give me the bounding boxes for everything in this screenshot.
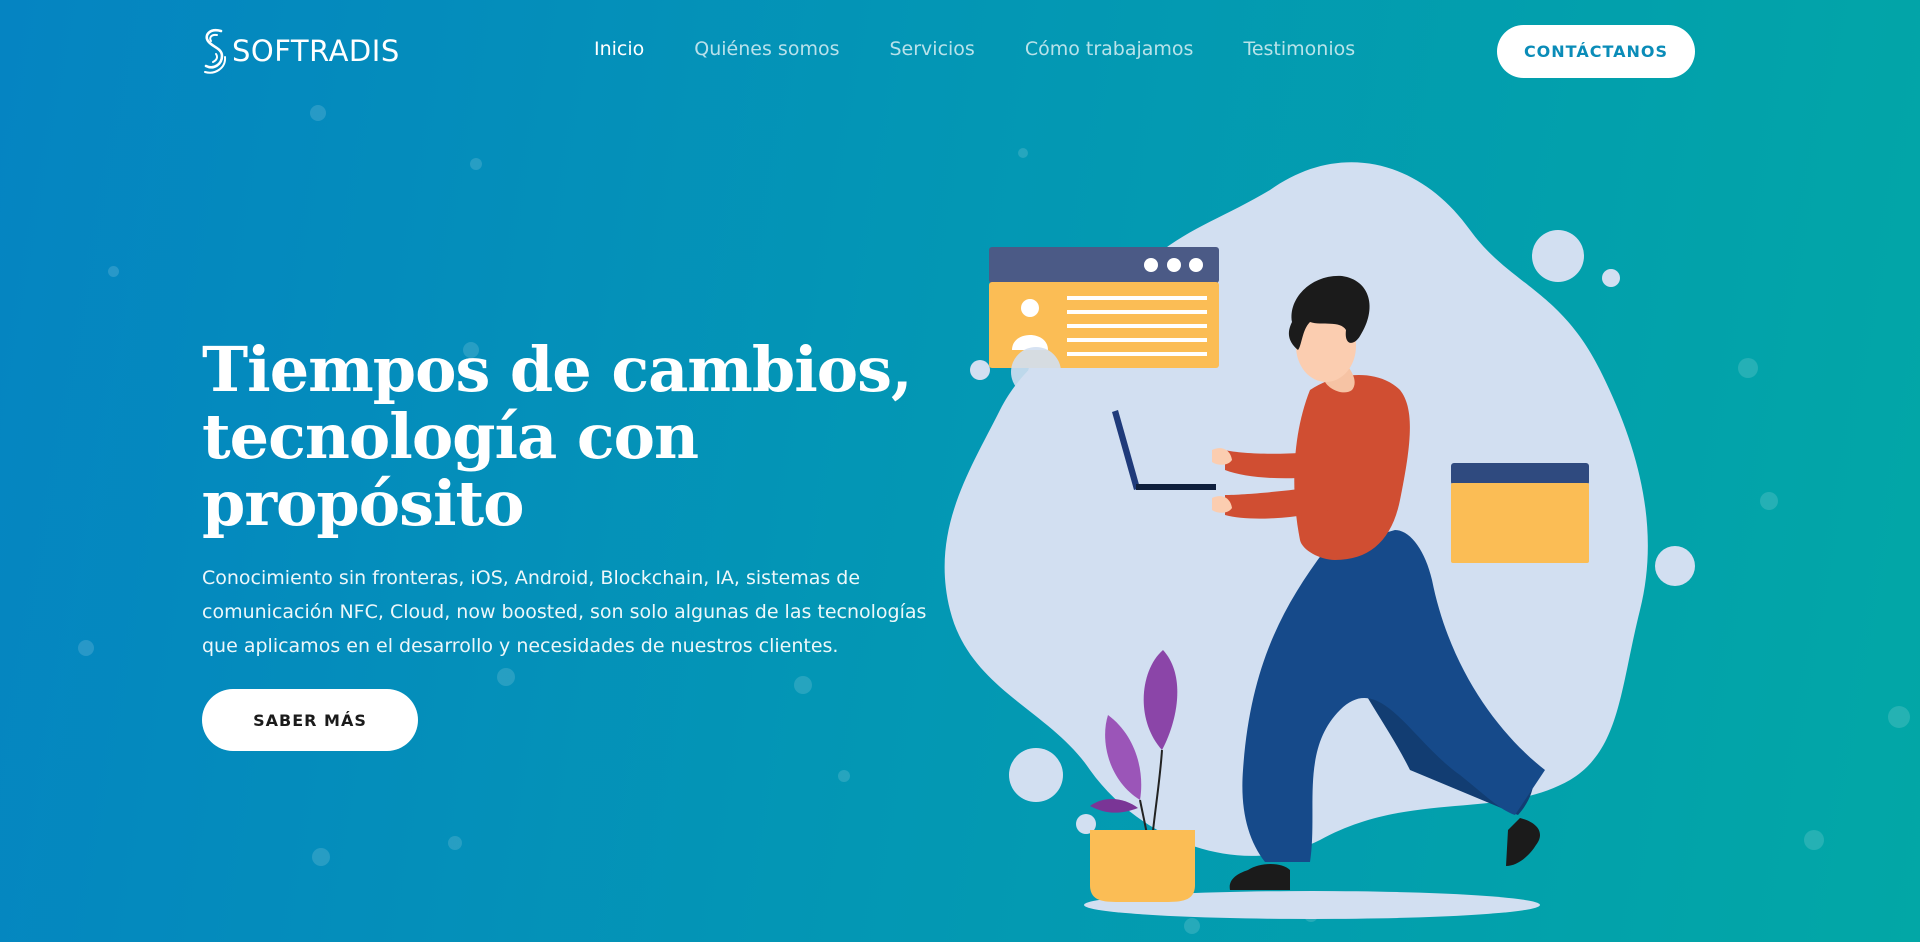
nav-item-testimonios[interactable]: Testimonios — [1243, 38, 1355, 60]
background-dot — [1738, 358, 1758, 378]
floating-bubble — [1602, 269, 1620, 287]
nav-item-como-trabajamos[interactable]: Cómo trabajamos — [1025, 38, 1194, 60]
floating-bubble — [1009, 748, 1063, 802]
nav-item-inicio[interactable]: Inicio — [594, 38, 644, 60]
profile-card-graphic — [989, 247, 1219, 368]
floating-bubble — [970, 360, 990, 380]
nav-item-quienes-somos[interactable]: Quiénes somos — [694, 38, 839, 60]
main-nav: Inicio Quiénes somos Servicios Cómo trab… — [594, 38, 1405, 60]
saber-mas-button[interactable]: SABER MÁS — [202, 689, 418, 751]
s-wave-logo-icon — [204, 29, 227, 74]
brand-name: SOFTRADIS — [232, 34, 400, 68]
brand-logo[interactable]: SOFTRADIS — [202, 26, 400, 76]
background-dot — [310, 105, 326, 121]
background-dot — [838, 770, 850, 782]
hero-title-line: propósito — [202, 467, 525, 540]
floating-bubble — [1655, 546, 1695, 586]
hero-title-line: Tiempos de cambios, — [202, 333, 913, 406]
background-dot — [108, 266, 119, 277]
hero-title-line: tecnología con — [202, 400, 699, 473]
background-dot — [312, 848, 330, 866]
hero-illustration — [944, 162, 1695, 919]
window-card-graphic — [1451, 463, 1589, 563]
background-dot — [470, 158, 482, 170]
background-dot — [448, 836, 462, 850]
hero-title: Tiempos de cambios, tecnología con propó… — [202, 336, 922, 537]
site-header: SOFTRADIS Inicio Quiénes somos Servicios… — [0, 0, 1920, 104]
nav-item-servicios[interactable]: Servicios — [889, 38, 974, 60]
background-dot — [1760, 492, 1778, 510]
hero-description: Conocimiento sin fronteras, iOS, Android… — [202, 567, 927, 657]
background-dot — [794, 676, 812, 694]
floating-bubble — [1011, 347, 1061, 397]
background-dot — [497, 668, 515, 686]
background-dot — [1888, 706, 1910, 728]
floating-bubble — [1532, 230, 1584, 282]
contact-button[interactable]: CONTÁCTANOS — [1497, 25, 1695, 78]
background-dot — [1804, 830, 1824, 850]
background-dot — [78, 640, 94, 656]
